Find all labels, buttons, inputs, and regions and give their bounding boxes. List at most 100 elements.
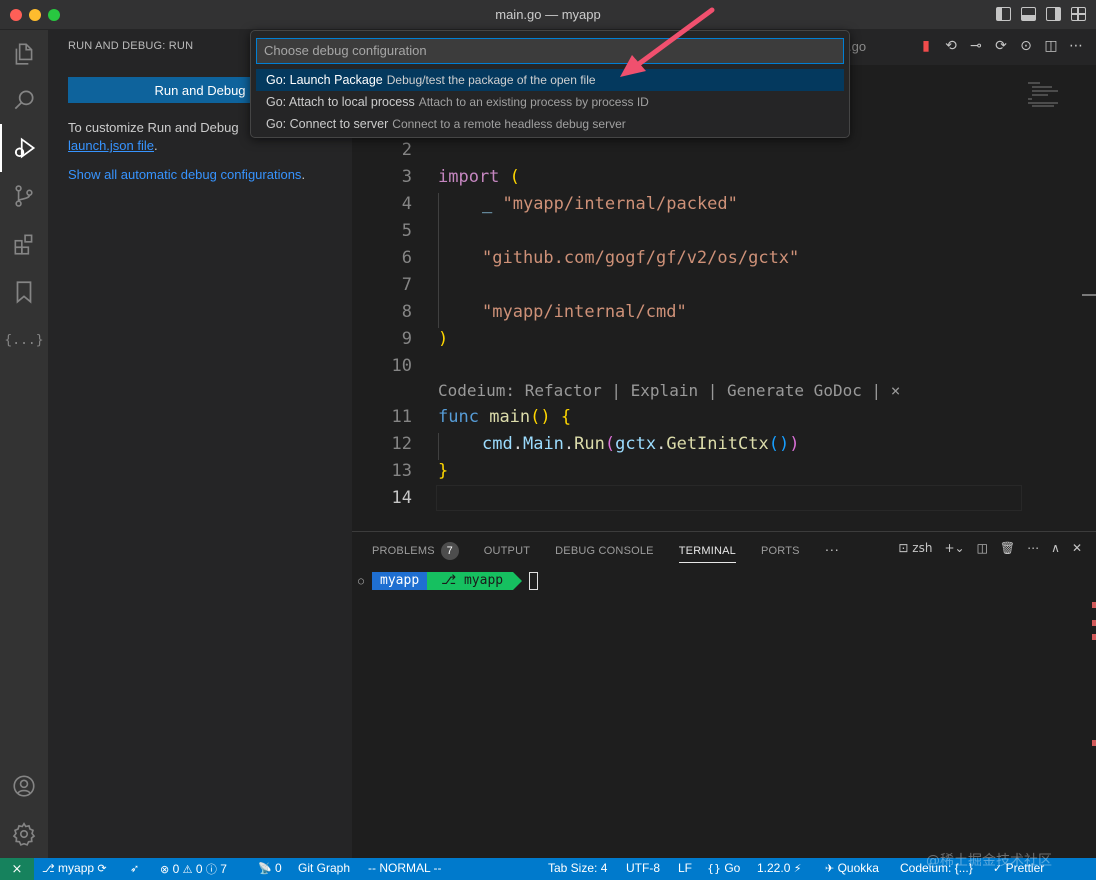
- quick-pick-item-connect-server[interactable]: Go: Connect to server Connect to a remote…: [256, 113, 844, 135]
- info-count: 7: [220, 862, 227, 876]
- json-icon[interactable]: {...}: [0, 316, 48, 364]
- quick-pick-item-label: Go: Connect to server: [266, 117, 389, 131]
- source-control-icon[interactable]: [0, 172, 48, 220]
- tab-debug-console[interactable]: DEBUG CONSOLE: [555, 545, 654, 557]
- problems-count-badge: 7: [440, 542, 459, 560]
- remote-indicator-icon[interactable]: ⨯: [0, 858, 34, 880]
- quick-pick-item-description: Attach to an existing process by process…: [418, 95, 649, 109]
- show-all-configs-link[interactable]: Show all automatic debug configurations: [68, 167, 301, 182]
- scrollbar-thumb[interactable]: [1082, 294, 1096, 296]
- quick-pick-item-description: Connect to a remote headless debug serve…: [392, 117, 626, 131]
- eol-selector[interactable]: LF: [678, 861, 692, 875]
- watermark: @稀土掘金技术社区: [926, 853, 1052, 869]
- tab-label: PROBLEMS: [372, 545, 435, 557]
- warning-icon: ⚠: [182, 863, 193, 876]
- quokka-label: Quokka: [837, 861, 879, 875]
- terminal-cursor: [529, 572, 539, 590]
- explorer-icon[interactable]: [0, 30, 48, 78]
- toggle-secondary-sidebar-icon[interactable]: [1046, 7, 1061, 21]
- broadcast-icon: 📡: [258, 862, 272, 875]
- code-line-func: func main() {: [438, 407, 571, 427]
- search-icon[interactable]: [0, 76, 48, 124]
- sidebar-title: RUN AND DEBUG: RUN: [68, 40, 194, 52]
- git-graph-button[interactable]: Git Graph: [298, 861, 350, 875]
- current-line-highlight: [436, 485, 1022, 511]
- toggle-panel-icon[interactable]: [1021, 7, 1036, 21]
- split-terminal-icon[interactable]: ◫: [977, 541, 988, 555]
- cmd-identifier: cmd: [482, 434, 513, 454]
- close-panel-icon[interactable]: ✕: [1072, 541, 1082, 555]
- panel-more-actions-icon[interactable]: ⋯: [1027, 541, 1039, 555]
- toggle-sidebar-icon[interactable]: [996, 7, 1011, 21]
- branch-name: myapp: [58, 861, 95, 875]
- line-number: 12: [391, 434, 412, 454]
- braces-icon: {}: [707, 862, 721, 875]
- tab-problems[interactable]: PROBLEMS 7: [372, 542, 459, 560]
- func-keyword: func: [438, 407, 479, 427]
- tab-ports[interactable]: PORTS: [761, 545, 800, 557]
- maximize-panel-icon[interactable]: ∧: [1051, 541, 1060, 555]
- minimap[interactable]: [1028, 80, 1068, 120]
- line-number: 5: [401, 221, 412, 241]
- account-icon[interactable]: [0, 762, 48, 810]
- main-parens: (): [530, 407, 551, 427]
- panel-more-icon[interactable]: ···: [825, 541, 840, 557]
- tab-output[interactable]: OUTPUT: [484, 545, 530, 557]
- tab-size-selector[interactable]: Tab Size: 4: [548, 861, 607, 875]
- publish-icon[interactable]: ➶: [130, 861, 139, 875]
- import-path-packed: "myapp/internal/packed": [502, 194, 738, 214]
- extensions-icon[interactable]: [0, 220, 48, 268]
- quick-pick-input[interactable]: Choose debug configuration: [256, 38, 844, 64]
- new-terminal-icon[interactable]: +⌄: [944, 541, 964, 555]
- quick-pick-item-label: Go: Attach to local process: [266, 95, 415, 109]
- gctx-identifier: gctx: [615, 434, 657, 454]
- code-line-close-brace: }: [438, 461, 448, 481]
- close-brace: }: [438, 461, 449, 481]
- branch-status[interactable]: ⎇ myapp ⟳: [42, 861, 107, 875]
- window-title: main.go — myapp: [495, 7, 601, 22]
- shell-name: zsh: [912, 541, 933, 555]
- codeium-codelens[interactable]: Codeium: Refactor | Explain | Generate G…: [438, 381, 900, 400]
- quick-pick-item-launch-package[interactable]: Go: Launch Package Debug/test the package…: [256, 69, 844, 91]
- import-path-gctx: "github.com/gogf/gf/v2/os/gctx": [482, 248, 800, 268]
- line-number: 8: [401, 302, 412, 322]
- git-branch-glyph: ⎇: [441, 573, 464, 588]
- run-debug-sidebar: RUN AND DEBUG: RUN Run and Debug To cust…: [48, 30, 352, 858]
- code-line-run: cmd.Main.Run(gctx.GetInitCtx()): [482, 434, 800, 454]
- line-number: 10: [391, 356, 412, 376]
- terminal-icon: ⊡: [898, 541, 909, 555]
- encoding-selector[interactable]: UTF-8: [626, 861, 660, 875]
- language-selector[interactable]: {} Go: [707, 861, 740, 875]
- bookmarks-icon[interactable]: [0, 268, 48, 316]
- line-number: 13: [391, 461, 412, 481]
- settings-icon[interactable]: [0, 810, 48, 858]
- terminal-prompt[interactable]: ○ myapp ⎇ myapp: [358, 572, 539, 590]
- debug-config-quick-pick: Choose debug configuration Go: Launch Pa…: [250, 30, 850, 138]
- terminal-shell-selector[interactable]: ⊡ zsh: [898, 541, 932, 555]
- prompt-segment-git-label: myapp: [463, 573, 504, 588]
- getinitctx-function: GetInitCtx: [666, 434, 769, 454]
- prompt-segment-dir: myapp: [372, 572, 437, 590]
- code-line-packed: _ "myapp/internal/packed": [482, 194, 738, 214]
- launch-json-link[interactable]: launch.json file: [68, 138, 154, 153]
- vim-mode-indicator: -- NORMAL --: [368, 861, 442, 875]
- ports-count: 0: [275, 861, 282, 875]
- quick-pick-item-attach-local[interactable]: Go: Attach to local process Attach to an …: [256, 91, 844, 113]
- tab-terminal[interactable]: TERMINAL: [678, 545, 737, 563]
- run-debug-icon[interactable]: [0, 124, 48, 172]
- ports-status[interactable]: 📡 0: [258, 861, 282, 875]
- indent-guide: [438, 193, 439, 328]
- go-version-status[interactable]: 1.22.0 ⚡: [757, 861, 801, 875]
- open-paren: (: [499, 167, 520, 187]
- sync-icon: ⟳: [97, 862, 107, 875]
- problems-status[interactable]: ⊗ 0 ⚠ 0 ⓘ 7: [160, 861, 227, 877]
- customize-hint-text: To customize Run and Debug: [68, 120, 239, 135]
- code-line-cmd: "myapp/internal/cmd": [482, 302, 687, 322]
- layout-controls: [996, 7, 1086, 21]
- error-count: 0: [172, 862, 180, 876]
- code-line-import: import (: [438, 167, 520, 187]
- quokka-status[interactable]: ✈ Quokka: [825, 861, 879, 875]
- kill-terminal-icon[interactable]: 🗑: [1000, 541, 1015, 555]
- customize-layout-icon[interactable]: [1071, 7, 1086, 21]
- line-number: 14: [391, 488, 412, 508]
